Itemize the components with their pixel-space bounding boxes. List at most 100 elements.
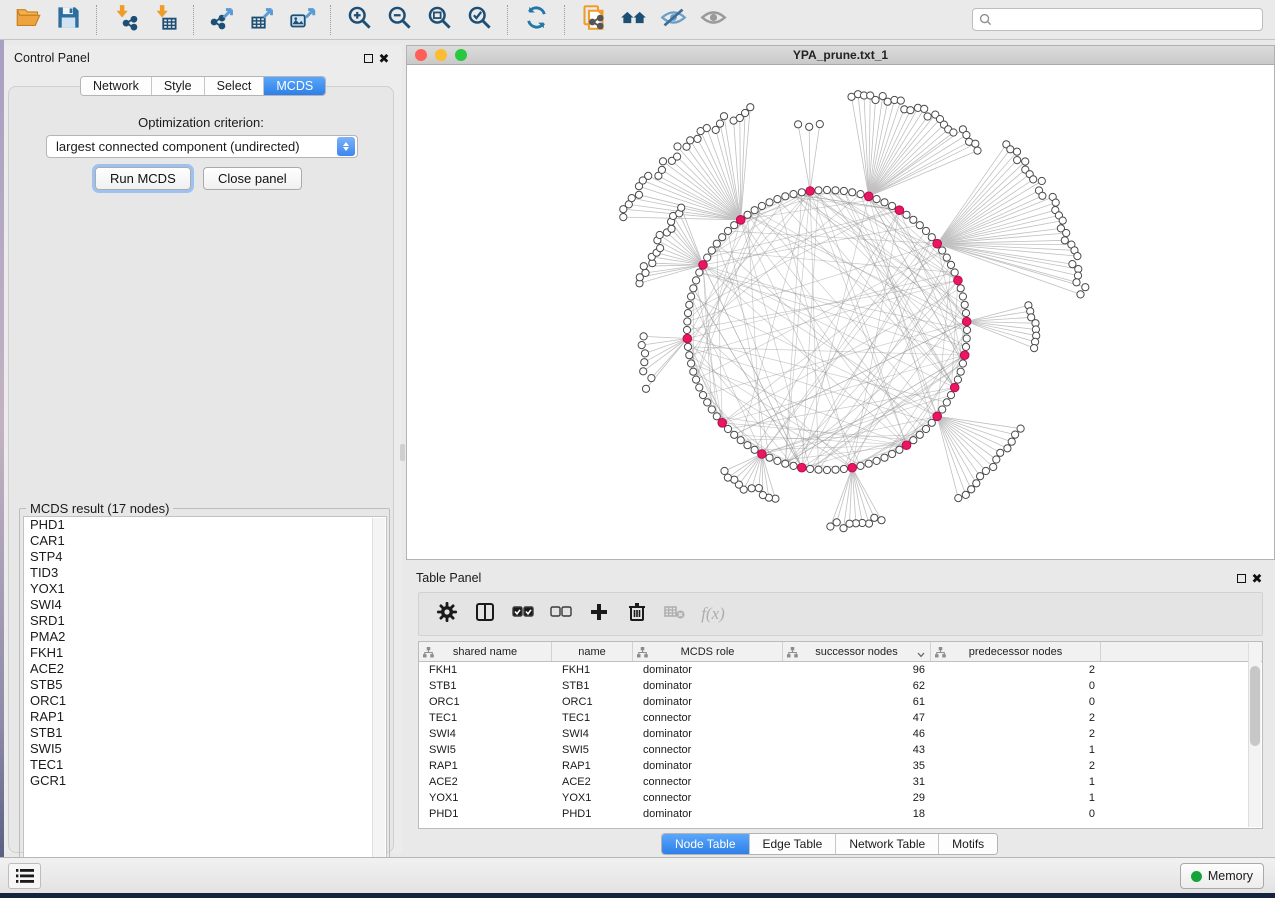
open-file-button[interactable] xyxy=(8,4,48,36)
cell: SWI5 xyxy=(419,744,552,756)
table-row[interactable]: ORC1ORC1dominator610 xyxy=(419,694,1262,710)
function-builder-icon: f(x) xyxy=(701,604,725,624)
tab-select[interactable]: Select xyxy=(204,77,264,95)
mcds-result-item[interactable]: FKH1 xyxy=(24,645,386,661)
mcds-result-item[interactable]: TEC1 xyxy=(24,757,386,773)
zoom-fit-button[interactable] xyxy=(419,4,459,36)
mcds-result-item[interactable]: STB1 xyxy=(24,725,386,741)
first-neighbors-button[interactable] xyxy=(613,4,653,36)
export-table-icon xyxy=(249,4,276,36)
deselect-all-button[interactable] xyxy=(547,600,575,628)
tab-network[interactable]: Network xyxy=(81,77,151,95)
save-session-icon xyxy=(55,4,82,36)
export-image-button[interactable] xyxy=(282,4,322,36)
control-panel-float-button[interactable] xyxy=(360,50,376,66)
cell: 96 xyxy=(783,664,931,676)
show-all-button[interactable] xyxy=(693,4,733,36)
mcds-result-item[interactable]: SRD1 xyxy=(24,613,386,629)
cell: ORC1 xyxy=(419,696,552,708)
mcds-result-item[interactable]: SWI5 xyxy=(24,741,386,757)
table-row[interactable]: STB1STB1dominator620 xyxy=(419,678,1262,694)
column-label: name xyxy=(578,646,606,658)
task-history-button[interactable] xyxy=(8,863,41,889)
table-panel-close-button[interactable]: ✖ xyxy=(1249,570,1265,586)
zoom-out-button[interactable] xyxy=(379,4,419,36)
table-row[interactable]: ACE2ACE2connector311 xyxy=(419,774,1262,790)
cell: 2 xyxy=(931,664,1101,676)
tab-mcds[interactable]: MCDS xyxy=(263,77,325,95)
column-label: successor nodes xyxy=(815,646,898,658)
mcds-result-item[interactable]: PMA2 xyxy=(24,629,386,645)
mcds-result-item[interactable]: STB5 xyxy=(24,677,386,693)
mcds-result-item[interactable]: ORC1 xyxy=(24,693,386,709)
search-input[interactable] xyxy=(997,13,1256,27)
memory-button[interactable]: Memory xyxy=(1180,863,1264,889)
table-row[interactable]: FKH1FKH1dominator962 xyxy=(419,662,1262,678)
column-header-name[interactable]: name xyxy=(552,642,633,661)
column-header-successor-nodes[interactable]: successor nodes xyxy=(783,642,931,661)
tab-node-table[interactable]: Node Table xyxy=(662,834,749,854)
column-header-shared-name[interactable]: shared name xyxy=(419,642,552,661)
cell: PHD1 xyxy=(552,808,633,820)
cell: ORC1 xyxy=(552,696,633,708)
first-neighbors-icon xyxy=(620,4,647,36)
mcds-result-item[interactable]: SWI4 xyxy=(24,597,386,613)
cell: 18 xyxy=(783,808,931,820)
optimization-criterion-dropdown[interactable]: largest connected component (undirected) xyxy=(46,135,358,158)
delete-column-button[interactable] xyxy=(623,600,651,628)
table-row[interactable]: TEC1TEC1connector472 xyxy=(419,710,1262,726)
mcds-result-item[interactable]: TID3 xyxy=(24,565,386,581)
table-row[interactable]: YOX1YOX1connector291 xyxy=(419,790,1262,806)
table-row[interactable]: RAP1RAP1dominator352 xyxy=(419,758,1262,774)
tab-motifs[interactable]: Motifs xyxy=(938,834,997,854)
mcds-result-item[interactable]: CAR1 xyxy=(24,533,386,549)
create-column-button[interactable] xyxy=(585,600,613,628)
export-table-button[interactable] xyxy=(242,4,282,36)
import-table-button[interactable] xyxy=(145,4,185,36)
network-window-titlebar[interactable]: YPA_prune.txt_1 xyxy=(407,46,1274,65)
select-all-button[interactable] xyxy=(509,600,537,628)
import-network-button[interactable] xyxy=(105,4,145,36)
mcds-result-item[interactable]: PHD1 xyxy=(24,517,386,533)
column-header-predecessor-nodes[interactable]: predecessor nodes xyxy=(931,642,1101,661)
cell: YOX1 xyxy=(552,792,633,804)
table-row[interactable]: SWI4SWI4dominator462 xyxy=(419,726,1262,742)
cell: 46 xyxy=(783,728,931,740)
control-panel-close-button[interactable]: ✖ xyxy=(376,50,392,66)
mcds-result-item[interactable]: YOX1 xyxy=(24,581,386,597)
table-panel-float-button[interactable] xyxy=(1233,570,1249,586)
zoom-in-button[interactable] xyxy=(339,4,379,36)
hide-selected-button[interactable] xyxy=(653,4,693,36)
save-session-button[interactable] xyxy=(48,4,88,36)
table-scrollbar[interactable] xyxy=(1248,643,1261,827)
table-scrollbar-thumb[interactable] xyxy=(1250,666,1260,746)
vertical-splitter-handle[interactable] xyxy=(400,444,405,461)
table-panel-title: Table Panel xyxy=(416,571,1233,585)
table-row[interactable]: PHD1PHD1dominator180 xyxy=(419,806,1262,822)
mcds-result-item[interactable]: GCR1 xyxy=(24,773,386,789)
refresh-view-button[interactable] xyxy=(516,4,556,36)
new-network-from-selection-button[interactable] xyxy=(573,4,613,36)
cell: 2 xyxy=(931,760,1101,772)
search-box[interactable] xyxy=(972,8,1263,31)
tab-style[interactable]: Style xyxy=(151,77,204,95)
show-hide-columns-button[interactable] xyxy=(471,600,499,628)
export-network-button[interactable] xyxy=(202,4,242,36)
control-panel-title: Control Panel xyxy=(14,51,360,65)
result-list-scrollbar[interactable] xyxy=(372,518,385,875)
table-mode-gear-button[interactable] xyxy=(433,600,461,628)
table-row[interactable]: SWI5SWI5connector431 xyxy=(419,742,1262,758)
mcds-result-item[interactable]: ACE2 xyxy=(24,661,386,677)
create-column-icon xyxy=(588,601,610,628)
table-toolbar: f(x) xyxy=(418,592,1263,636)
cell: TEC1 xyxy=(419,712,552,724)
close-panel-button[interactable]: Close panel xyxy=(203,167,302,190)
tab-network-table[interactable]: Network Table xyxy=(835,834,938,854)
mcds-result-item[interactable]: RAP1 xyxy=(24,709,386,725)
tab-edge-table[interactable]: Edge Table xyxy=(749,834,836,854)
zoom-selected-button[interactable] xyxy=(459,4,499,36)
network-canvas[interactable] xyxy=(407,65,1274,559)
run-mcds-button[interactable]: Run MCDS xyxy=(95,167,191,190)
mcds-result-item[interactable]: STP4 xyxy=(24,549,386,565)
column-header-MCDS-role[interactable]: MCDS role xyxy=(633,642,783,661)
